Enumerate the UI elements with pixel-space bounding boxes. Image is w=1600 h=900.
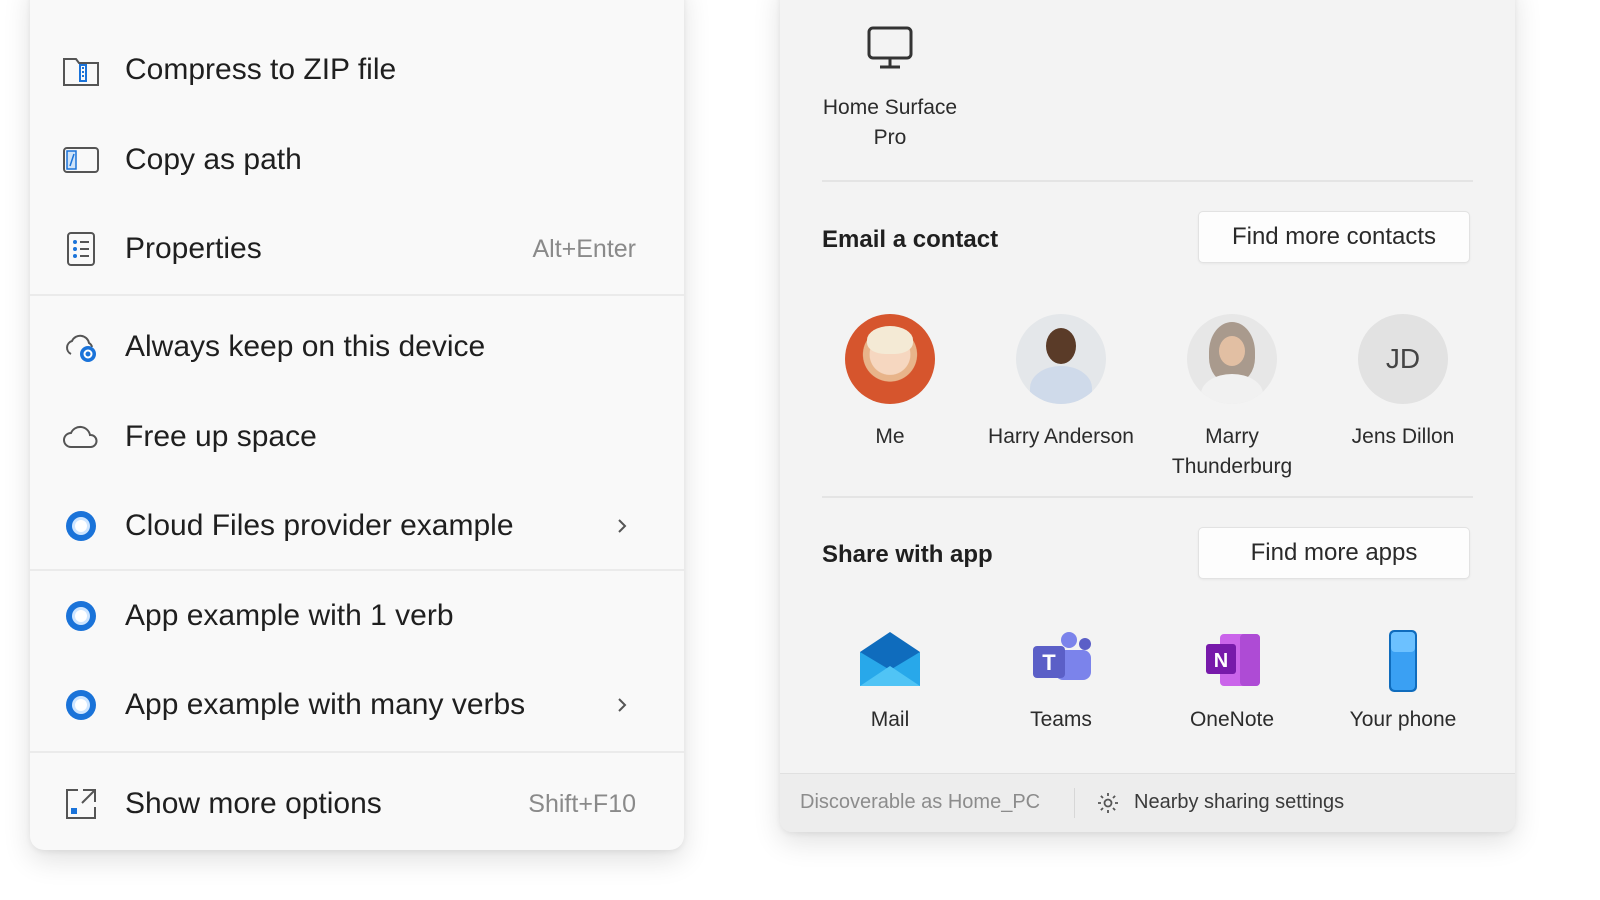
menu-item-app-many-verbs[interactable]: App example with many verbs bbox=[30, 665, 684, 745]
menu-item-label: Always keep on this device bbox=[125, 330, 486, 363]
svg-text:T: T bbox=[1042, 650, 1056, 675]
app-teams[interactable]: T Teams bbox=[976, 630, 1146, 732]
chevron-right-icon bbox=[614, 697, 630, 713]
copy-path-icon bbox=[62, 141, 100, 179]
menu-divider bbox=[30, 751, 684, 753]
zip-folder-icon bbox=[62, 51, 100, 89]
menu-item-label: Properties bbox=[125, 232, 262, 265]
chevron-right-icon bbox=[614, 518, 630, 534]
menu-divider bbox=[30, 569, 684, 571]
menu-item-free-up-space[interactable]: Free up space bbox=[30, 397, 684, 477]
phone-icon bbox=[1371, 630, 1435, 694]
device-name: Home Surface Pro bbox=[822, 96, 958, 149]
app-your-phone[interactable]: Your phone bbox=[1318, 630, 1488, 732]
mail-icon bbox=[858, 630, 922, 694]
gear-icon[interactable] bbox=[1096, 791, 1120, 815]
onenote-icon: N bbox=[1200, 630, 1264, 694]
menu-item-label: Cloud Files provider example bbox=[125, 509, 514, 542]
avatar-initials: JD bbox=[1385, 343, 1421, 374]
contact-marry-thunderburg[interactable]: Marry Thunderburg bbox=[1147, 314, 1317, 482]
cloud-sync-icon bbox=[62, 328, 100, 366]
app-onenote[interactable]: N OneNote bbox=[1147, 630, 1317, 732]
menu-item-cloud-files-provider[interactable]: Cloud Files provider example bbox=[30, 486, 684, 566]
email-section-title: Email a contact bbox=[822, 226, 999, 253]
menu-item-label: App example with 1 verb bbox=[125, 599, 454, 632]
contact-name: Me bbox=[875, 425, 905, 448]
monitor-icon bbox=[820, 25, 960, 71]
share-footer: Discoverable as Home_PC Nearby sharing s… bbox=[780, 773, 1515, 832]
contact-name: Jens Dillon bbox=[1351, 425, 1455, 448]
avatar bbox=[1016, 314, 1106, 404]
contact-me[interactable]: Me bbox=[805, 314, 975, 452]
menu-item-compress-zip[interactable]: Compress to ZIP file bbox=[30, 30, 684, 110]
show-more-icon bbox=[62, 785, 100, 823]
keyboard-shortcut: Alt+Enter bbox=[532, 234, 636, 263]
svg-text:N: N bbox=[1214, 650, 1228, 672]
contact-name: Marry Thunderburg bbox=[1171, 425, 1293, 478]
section-divider bbox=[822, 180, 1473, 182]
app-name: Your phone bbox=[1349, 708, 1457, 731]
menu-item-label: App example with many verbs bbox=[125, 688, 526, 721]
find-more-contacts-button[interactable]: Find more contacts bbox=[1198, 211, 1470, 263]
nearby-device-tile[interactable]: Home Surface Pro bbox=[820, 25, 960, 153]
section-divider bbox=[822, 496, 1473, 498]
properties-icon bbox=[62, 230, 100, 268]
teams-icon: T bbox=[1029, 630, 1093, 694]
menu-divider bbox=[30, 294, 684, 296]
menu-item-label: Show more options bbox=[125, 787, 382, 820]
menu-item-label: Copy as path bbox=[125, 143, 302, 176]
apps-section-title: Share with app bbox=[822, 541, 993, 568]
contact-harry-anderson[interactable]: Harry Anderson bbox=[976, 314, 1146, 452]
contact-name: Harry Anderson bbox=[988, 425, 1134, 448]
app-mail[interactable]: Mail bbox=[805, 630, 975, 732]
nearby-sharing-settings-link[interactable]: Nearby sharing settings bbox=[1134, 791, 1344, 814]
app-ring-icon bbox=[62, 686, 100, 724]
avatar bbox=[1187, 314, 1277, 404]
app-name: Mail bbox=[870, 708, 910, 731]
menu-item-always-keep[interactable]: Always keep on this device bbox=[30, 307, 684, 387]
menu-item-app-one-verb[interactable]: App example with 1 verb bbox=[30, 576, 684, 656]
discoverable-status: Discoverable as Home_PC bbox=[800, 791, 1041, 813]
app-ring-icon bbox=[62, 597, 100, 635]
app-name: Teams bbox=[1030, 708, 1092, 731]
find-more-apps-button[interactable]: Find more apps bbox=[1198, 527, 1470, 579]
keyboard-shortcut: Shift+F10 bbox=[528, 789, 636, 818]
app-ring-icon bbox=[62, 507, 100, 545]
cloud-icon bbox=[62, 418, 100, 456]
menu-item-properties[interactable]: Properties Alt+Enter bbox=[30, 209, 684, 289]
menu-item-label: Compress to ZIP file bbox=[125, 53, 397, 86]
menu-item-show-more-options[interactable]: Show more options Shift+F10 bbox=[30, 764, 684, 844]
menu-item-label: Free up space bbox=[125, 420, 317, 453]
share-panel: Home Surface Pro Email a contact Find mo… bbox=[780, 0, 1515, 832]
avatar: JD bbox=[1358, 314, 1448, 404]
contact-jens-dillon[interactable]: JD Jens Dillon bbox=[1318, 314, 1488, 452]
app-name: OneNote bbox=[1189, 708, 1275, 731]
avatar bbox=[845, 314, 935, 404]
context-menu: Compress to ZIP file Copy as path Proper… bbox=[30, 0, 684, 850]
footer-divider bbox=[1074, 788, 1075, 818]
menu-item-copy-as-path[interactable]: Copy as path bbox=[30, 120, 684, 200]
